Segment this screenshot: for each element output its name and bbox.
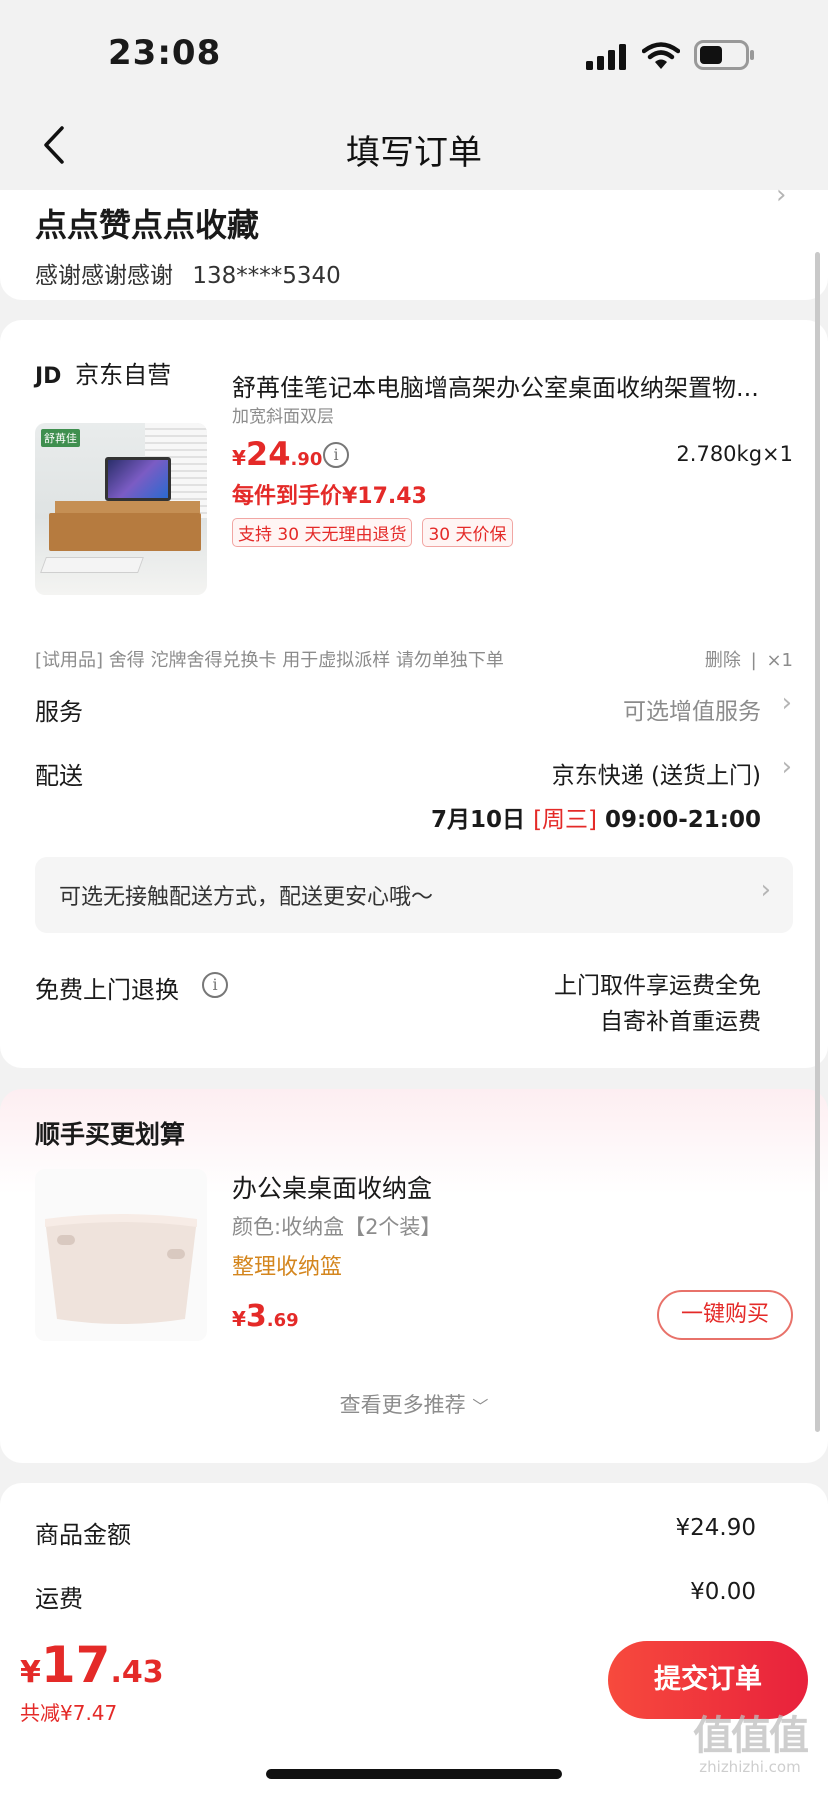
- price-int: 3: [245, 1299, 267, 1334]
- recommend-item-category: 整理收纳篮: [232, 1255, 343, 1280]
- submit-order-button[interactable]: 提交订单: [608, 1641, 808, 1719]
- info-icon[interactable]: i: [202, 972, 228, 998]
- stand-body: [49, 513, 201, 551]
- wifi-icon: [641, 42, 681, 74]
- shop-name: 京东自营: [75, 361, 172, 389]
- page-title: 填写订单: [346, 133, 482, 173]
- battery-icon: [694, 40, 756, 74]
- delivery-method: 京东快递 (送货上门): [551, 763, 761, 789]
- recommend-price: ¥3.69: [232, 1299, 299, 1334]
- service-value: 可选增值服务: [623, 699, 761, 725]
- delivery-time: 7月10日 [周三] 09:00-21:00: [431, 800, 761, 834]
- product-tags: 支持 30 天无理由退货 30 天价保: [232, 518, 513, 547]
- contact-name: 感谢感谢感谢: [35, 263, 173, 289]
- delivery-date: 7月10日: [431, 807, 526, 833]
- return-tag: 支持 30 天无理由退货: [232, 518, 413, 547]
- returns-label: 免费上门退换: [35, 976, 179, 1004]
- trial-quantity: ×1: [766, 650, 793, 671]
- price-dec: .69: [266, 1310, 299, 1331]
- shop-header: JD 京东自营: [35, 355, 171, 390]
- recommend-card: 顺手买更划算 办公桌桌面收纳盒 颜色:收纳盒【2个装】 整理收纳篮 ¥3.69 …: [0, 1089, 828, 1463]
- watermark: 值值值 zhizhizhi.com: [680, 1714, 820, 1776]
- price-symbol: ¥: [20, 1655, 41, 1690]
- price-dec: .90: [290, 449, 323, 470]
- chevron-right-icon: ›: [776, 180, 787, 210]
- scrollbar[interactable]: [815, 252, 820, 1432]
- buy-now-button[interactable]: 一键购买: [657, 1290, 793, 1340]
- contactless-text: 可选无接触配送方式，配送更安心哦～: [59, 885, 434, 910]
- weight-quantity: 2.780kg×1: [676, 442, 793, 466]
- address-card[interactable]: 点点赞点点收藏 感谢感谢感谢 138****5340 ›: [0, 180, 828, 300]
- laptop-screen: [105, 457, 171, 501]
- goods-amount-label: 商品金额: [35, 1521, 131, 1549]
- recommend-item-spec: 颜色:收纳盒【2个装】: [232, 1215, 442, 1239]
- price-dec: .43: [110, 1655, 164, 1690]
- chevron-right-icon: ›: [781, 688, 792, 718]
- product-spec[interactable]: 加宽斜面双层: [232, 402, 334, 427]
- price-symbol: ¥: [232, 1307, 246, 1331]
- delivery-label: 配送: [35, 762, 83, 790]
- returns-line1: 上门取件享运费全免: [554, 973, 761, 999]
- price-int: 17: [40, 1636, 111, 1694]
- storage-box-image: [45, 1214, 197, 1324]
- service-row[interactable]: 服务 可选增值服务 ›: [0, 682, 828, 732]
- actions-divider: |: [750, 650, 757, 671]
- watermark-logo: 值值值: [693, 1713, 809, 1759]
- brand-badge: 舒苒佳: [41, 429, 80, 447]
- jd-logo: JD: [35, 364, 62, 389]
- home-indicator: [266, 1769, 562, 1779]
- price-symbol: ¥: [232, 446, 246, 470]
- shipping-label: 运费: [35, 1585, 83, 1613]
- stand-top: [55, 501, 200, 513]
- shipping-value: ¥0.00: [690, 1579, 756, 1605]
- status-time: 23:08: [108, 33, 222, 73]
- contactless-banner[interactable]: 可选无接触配送方式，配送更安心哦～ ›: [35, 857, 793, 933]
- recommend-title: 顺手买更划算: [35, 1120, 186, 1149]
- info-icon[interactable]: i: [323, 442, 349, 468]
- address-contact: 感谢感谢感谢 138****5340: [35, 256, 341, 290]
- chevron-right-icon: ›: [760, 875, 771, 905]
- delivery-weekday: [周三]: [533, 807, 598, 833]
- signal-icon: [586, 44, 630, 74]
- total-price: ¥17.43: [20, 1636, 164, 1694]
- final-price: 每件到手价¥17.43: [232, 484, 427, 509]
- price-int: 24: [245, 435, 291, 473]
- returns-line2: 自寄补首重运费: [600, 1009, 761, 1035]
- trial-item-text: [试用品] 舍得 沱牌舍得兑换卡 用于虚拟派样 请勿单独下单: [35, 650, 504, 671]
- trial-item-actions: 删除 | ×1: [705, 646, 793, 672]
- price-protect-tag: 30 天价保: [422, 518, 513, 547]
- watermark-url: zhizhizhi.com: [699, 1758, 801, 1776]
- delivery-hours: 09:00-21:00: [605, 807, 761, 833]
- product-image[interactable]: 舒苒佳: [35, 423, 207, 595]
- goods-amount-value: ¥24.90: [675, 1515, 756, 1541]
- product-price: ¥24.90: [232, 435, 322, 473]
- contact-phone: 138****5340: [192, 263, 341, 289]
- returns-row: 免费上门退换 i 上门取件享运费全免 自寄补首重运费: [0, 960, 828, 1040]
- keyboard: [40, 557, 144, 573]
- more-label: 查看更多推荐: [339, 1393, 466, 1417]
- order-card: JD 京东自营 舒苒佳 舒苒佳笔记本电脑增高架办公室桌面收纳架置物... 加宽斜…: [0, 320, 828, 1068]
- service-label: 服务: [35, 698, 83, 726]
- product-title[interactable]: 舒苒佳笔记本电脑增高架办公室桌面收纳架置物...: [232, 368, 792, 403]
- delete-link[interactable]: 删除: [705, 650, 741, 671]
- more-recommendations-link[interactable]: 查看更多推荐 ﹀: [0, 1389, 828, 1419]
- chevron-right-icon: ›: [781, 752, 792, 782]
- recommend-image[interactable]: [35, 1169, 207, 1341]
- delivery-row[interactable]: 配送 京东快递 (送货上门) › 7月10日 [周三] 09:00-21:00: [0, 746, 828, 846]
- address-name: 点点赞点点收藏: [35, 206, 260, 244]
- recommend-item-title[interactable]: 办公桌桌面收纳盒: [232, 1169, 432, 1205]
- chevron-down-icon: ﹀: [472, 1397, 489, 1416]
- total-saved: 共减¥7.47: [20, 1701, 118, 1725]
